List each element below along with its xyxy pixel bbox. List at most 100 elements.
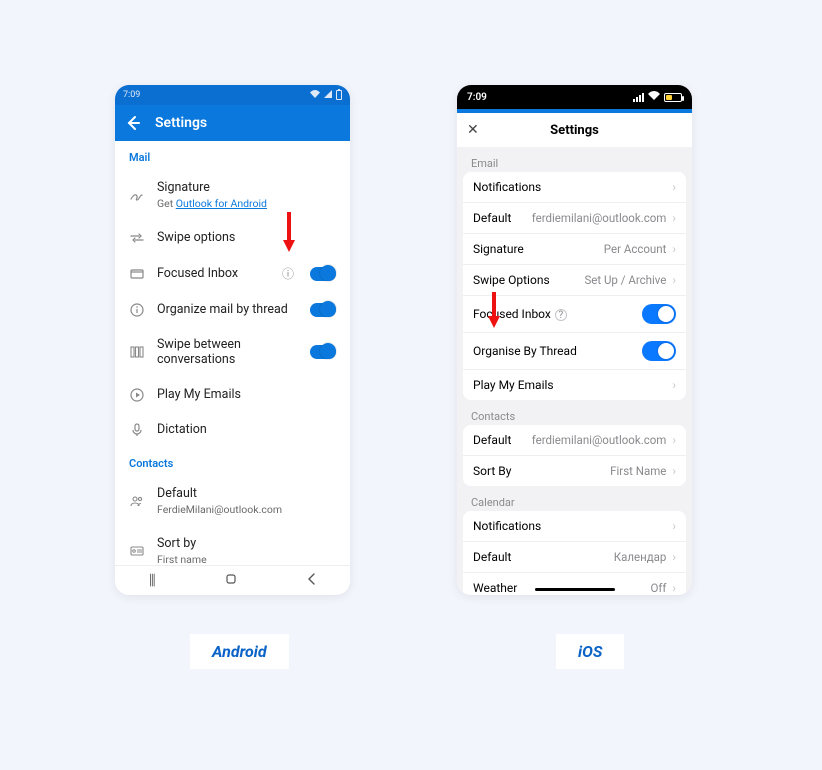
row-default[interactable]: Default ferdiemilani@outlook.com› xyxy=(463,203,686,234)
ios-status-bar: 7:09 xyxy=(457,85,692,109)
help-icon[interactable]: ? xyxy=(555,309,567,321)
row-signature[interactable]: Signature Get Outlook for Android xyxy=(127,170,338,220)
signal-icon xyxy=(633,93,644,102)
card-icon xyxy=(129,546,145,556)
signature-icon xyxy=(129,188,145,202)
group-email: Notifications › Default ferdiemilani@out… xyxy=(463,172,686,400)
signature-label: Signature xyxy=(157,180,336,195)
android-status-bar: 7:09 xyxy=(115,85,350,105)
focused-toggle[interactable] xyxy=(642,304,676,324)
ios-phone: 7:09 ✕ Settings Email Notifications › xyxy=(457,85,692,595)
wifi-icon xyxy=(310,90,320,101)
outlook-android-link[interactable]: Outlook for Android xyxy=(176,197,267,210)
columns-icon xyxy=(129,346,145,358)
chevron-right-icon: › xyxy=(672,581,676,595)
home-indicator[interactable] xyxy=(535,588,615,591)
row-contacts-default[interactable]: Default FerdieMilani@outlook.com xyxy=(127,476,338,526)
android-nav-bar: ⫼ xyxy=(115,565,350,595)
row-play-emails[interactable]: Play My Emails xyxy=(127,377,338,412)
c-default-value: ferdiemilani@outlook.com xyxy=(532,433,667,447)
section-mail: Mail xyxy=(127,141,338,170)
signal-icon xyxy=(324,90,332,101)
row-swipe-conversations[interactable]: Swipe between conversations xyxy=(127,327,338,377)
page-title: Settings xyxy=(155,115,207,131)
organize-toggle[interactable] xyxy=(310,303,336,317)
help-icon[interactable]: ⓘ xyxy=(282,265,294,282)
row-contacts-default[interactable]: Default ferdiemilani@outlook.com› xyxy=(463,425,686,456)
row-play-emails[interactable]: Play My Emails › xyxy=(463,370,686,400)
group-contacts: Default ferdiemilani@outlook.com› Sort B… xyxy=(463,425,686,486)
people-icon xyxy=(129,495,145,507)
sortby-label: Sort by xyxy=(157,536,336,551)
battery-icon xyxy=(336,90,342,100)
row-focused-inbox[interactable]: Focused Inbox? xyxy=(463,296,686,333)
swipeconv-toggle[interactable] xyxy=(310,345,336,359)
row-cal-notifications[interactable]: Notifications › xyxy=(463,511,686,542)
status-time: 7:09 xyxy=(123,90,140,100)
back-button[interactable] xyxy=(306,572,316,590)
section-contacts: Contacts xyxy=(457,400,692,425)
ios-header: ✕ Settings xyxy=(457,113,692,147)
row-focused-inbox[interactable]: Focused Inbox ⓘ xyxy=(127,255,338,292)
close-icon[interactable]: ✕ xyxy=(467,122,479,138)
default-value: ferdiemilani@outlook.com xyxy=(532,211,667,225)
ios-label: iOS xyxy=(556,634,624,669)
row-swipe-options[interactable]: Swipe options xyxy=(127,220,338,255)
organise-toggle[interactable] xyxy=(642,341,676,361)
chevron-right-icon: › xyxy=(672,211,676,225)
chevron-right-icon: › xyxy=(672,519,676,533)
status-time: 7:09 xyxy=(467,92,487,103)
row-organise-thread[interactable]: Organise By Thread xyxy=(463,333,686,370)
ios-settings-body: Email Notifications › Default ferdiemila… xyxy=(457,147,692,595)
organize-label: Organize mail by thread xyxy=(157,302,298,317)
chevron-right-icon: › xyxy=(672,242,676,256)
recents-button[interactable]: ⫼ xyxy=(149,573,155,589)
info-icon xyxy=(129,303,145,317)
c-sort-value: First Name xyxy=(610,464,666,478)
group-calendar: Notifications › Default Календар› Weathe… xyxy=(463,511,686,595)
row-dictation[interactable]: Dictation xyxy=(127,412,338,447)
row-sort-by[interactable]: Sort By First Name› xyxy=(463,456,686,486)
android-settings-body: Mail Signature Get Outlook for Android S… xyxy=(115,141,350,565)
row-signature[interactable]: Signature Per Account› xyxy=(463,234,686,265)
row-notifications[interactable]: Notifications › xyxy=(463,172,686,203)
sortby-sub: First name xyxy=(157,553,336,565)
default-label: Default xyxy=(157,486,336,501)
page-title: Settings xyxy=(550,123,599,138)
battery-icon xyxy=(664,93,682,102)
chevron-right-icon: › xyxy=(672,273,676,287)
chevron-right-icon: › xyxy=(672,464,676,478)
chevron-right-icon: › xyxy=(672,550,676,564)
back-arrow-icon[interactable] xyxy=(125,115,141,131)
swipe-icon xyxy=(129,233,145,243)
section-calendar: Calendar xyxy=(457,486,692,511)
default-sub: FerdieMilani@outlook.com xyxy=(157,503,336,516)
focused-icon xyxy=(129,269,145,279)
row-swipe-options[interactable]: Swipe Options Set Up / Archive› xyxy=(463,265,686,296)
swipeconv-label: Swipe between conversations xyxy=(157,337,298,367)
swipe-label: Swipe options xyxy=(157,230,336,245)
row-organize-thread[interactable]: Organize mail by thread xyxy=(127,292,338,327)
row-sort-by[interactable]: Sort by First name xyxy=(127,526,338,565)
chevron-right-icon: › xyxy=(672,433,676,447)
signature-value: Per Account xyxy=(604,242,667,256)
focused-toggle[interactable] xyxy=(310,267,336,281)
android-header: Settings xyxy=(115,105,350,141)
signature-sub: Get Outlook for Android xyxy=(157,197,336,210)
home-button[interactable] xyxy=(224,572,238,590)
cal-default-value: Календар xyxy=(614,550,667,564)
play-label: Play My Emails xyxy=(157,387,336,402)
play-icon xyxy=(129,388,145,402)
cal-weather-value: Off xyxy=(650,581,666,595)
dictation-label: Dictation xyxy=(157,422,336,437)
focused-label: Focused Inbox xyxy=(157,266,270,281)
android-phone: 7:09 Settings Mail xyxy=(115,85,350,595)
chevron-right-icon: › xyxy=(672,180,676,194)
wifi-icon xyxy=(648,91,660,103)
row-cal-default[interactable]: Default Календар› xyxy=(463,542,686,573)
section-email: Email xyxy=(457,147,692,172)
row-cal-weather[interactable]: Weather Off› xyxy=(463,573,686,595)
section-contacts: Contacts xyxy=(127,447,338,476)
android-label: Android xyxy=(190,634,289,669)
chevron-right-icon: › xyxy=(672,378,676,392)
